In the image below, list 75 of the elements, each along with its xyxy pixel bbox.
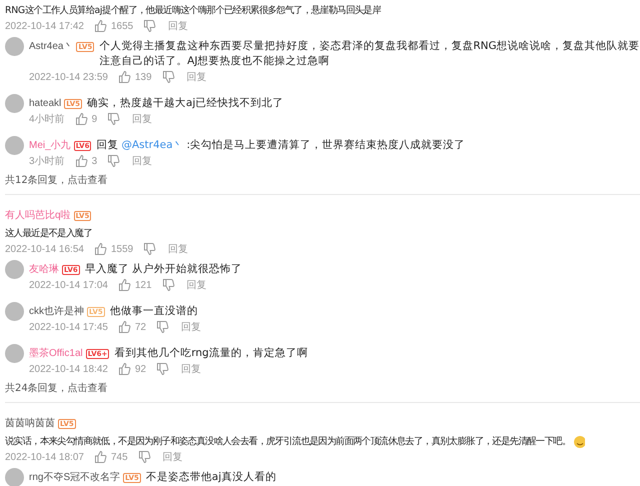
reply-text: :尖勾怕是马上要遭清算了，世界赛结束热度八成就要没了: [186, 138, 466, 153]
comment-time: 4小时前: [29, 112, 65, 126]
comment-time: 2022-10-14 16:54: [5, 244, 84, 254]
thumbs-down-icon[interactable]: [138, 450, 151, 464]
reply-text: 确实，热度越干越大aj已经快找不到北了: [87, 96, 284, 111]
thumbs-up-icon[interactable]: [118, 362, 131, 376]
like-count: 72: [134, 322, 146, 332]
thumbs-down-icon[interactable]: [107, 154, 120, 168]
reply-link[interactable]: 回复: [186, 70, 207, 84]
username[interactable]: 有人吗芭比q啦: [5, 209, 71, 223]
reply-link[interactable]: 回复: [162, 450, 183, 464]
thumbs-up-icon[interactable]: [118, 278, 131, 292]
like-count: 92: [134, 364, 146, 374]
username[interactable]: ckk也许是神: [29, 304, 84, 319]
mention-link[interactable]: @Astr4ea丶: [121, 138, 184, 153]
thumbs-down-icon[interactable]: [107, 112, 120, 126]
thumbs-up-icon[interactable]: [74, 112, 88, 126]
reply-text: 早入魔了 从户外开始就很恐怖了: [84, 262, 244, 277]
comment-time: 3小时前: [29, 154, 65, 168]
avatar[interactable]: [5, 260, 24, 279]
thumbs-up-icon[interactable]: [118, 320, 131, 334]
reply-link[interactable]: 回复: [132, 154, 152, 168]
reply-link[interactable]: 回复: [181, 320, 202, 334]
avatar[interactable]: [5, 37, 24, 56]
username[interactable]: 友哈琳: [29, 262, 59, 277]
reply-prefix: 回复: [96, 138, 118, 153]
comment-time: 2022-10-14 23:59: [29, 72, 108, 82]
avatar[interactable]: [5, 468, 24, 486]
thumbs-down-icon[interactable]: [162, 70, 175, 84]
username[interactable]: Mei_小九: [29, 138, 71, 153]
view-replies-link[interactable]: 共24条回复，点击查看: [5, 383, 108, 394]
like-count: 121: [134, 280, 152, 290]
reply-link[interactable]: 回复: [168, 19, 188, 33]
comment-text: RNG这个工作人员算给aj提个醒了，他最近嗨这个嗨那个已经积累很多怨气了，悬崖勒马回头是岸: [5, 4, 381, 18]
reply-link[interactable]: 回复: [168, 242, 188, 256]
comment-text: 这人最近是不是入魔了: [5, 227, 92, 241]
thumbs-up-icon[interactable]: [94, 450, 107, 464]
thumbs-down-icon[interactable]: [143, 19, 156, 33]
username[interactable]: 茵茵呐茵茵: [5, 417, 55, 431]
reply-link[interactable]: 回复: [132, 112, 152, 126]
thumbs-up-icon[interactable]: [118, 70, 131, 84]
thumbs-down-icon[interactable]: [156, 362, 170, 376]
username[interactable]: 墨茶Offic1al: [29, 346, 83, 361]
reply-text: 看到其他几个吃rng流量的，肯定急了啊: [114, 346, 309, 361]
reply-text: 他做事一直没谱的: [110, 304, 199, 319]
like-count: 1655: [110, 20, 134, 32]
reply-link[interactable]: 回复: [181, 362, 202, 376]
like-count: 139: [134, 72, 152, 82]
thumbs-down-icon[interactable]: [156, 320, 170, 334]
username[interactable]: Astr4ea丶: [29, 39, 74, 54]
avatar[interactable]: [5, 136, 24, 155]
reply-text: 不是姿态带他aj真没人看的: [146, 470, 278, 485]
thumbs-up-icon[interactable]: [94, 242, 107, 256]
comment-time: 2022-10-14 18:42: [29, 364, 108, 374]
comment-text: 说实话，本来尖勾情商就低，不是因为刚子和姿态真没啥人会去看，虎牙引流也是因为前面两个顶流休息去了，真别太膨胀了，还是先清醒一下吧。: [5, 435, 571, 449]
like-count: 9: [92, 114, 98, 124]
comment-time: 2022-10-14 18:07: [5, 452, 84, 462]
comment-time: 2022-10-14 17:04: [29, 280, 108, 290]
comment-time: 2022-10-14 17:42: [5, 20, 84, 32]
reply-text: 个人觉得主播复盘这种东西要尽量把持好度，姿态君泽的复盘我都看过，复盘RNG想说啥说啥，复盘其他队就要注意自己的话了。AJ想要热度也不能操之过急啊: [99, 39, 640, 69]
thumbs-down-icon[interactable]: [143, 242, 156, 256]
thumbs-down-icon[interactable]: [162, 278, 175, 292]
like-count: 745: [110, 452, 128, 462]
username[interactable]: rng不夺S冠不改名字: [29, 470, 120, 485]
avatar[interactable]: [5, 302, 24, 321]
like-count: 1559: [110, 244, 134, 254]
like-count: 3: [92, 156, 98, 166]
thumbs-up-icon[interactable]: [94, 19, 107, 33]
thumbs-up-icon[interactable]: [74, 154, 88, 168]
avatar[interactable]: [5, 94, 24, 113]
comment-time: 2022-10-14 17:45: [29, 322, 108, 332]
username[interactable]: hateakl: [29, 96, 62, 111]
avatar[interactable]: [5, 344, 24, 363]
reply-link[interactable]: 回复: [186, 278, 207, 292]
view-replies-link[interactable]: 共12条回复，点击查看: [5, 175, 108, 186]
